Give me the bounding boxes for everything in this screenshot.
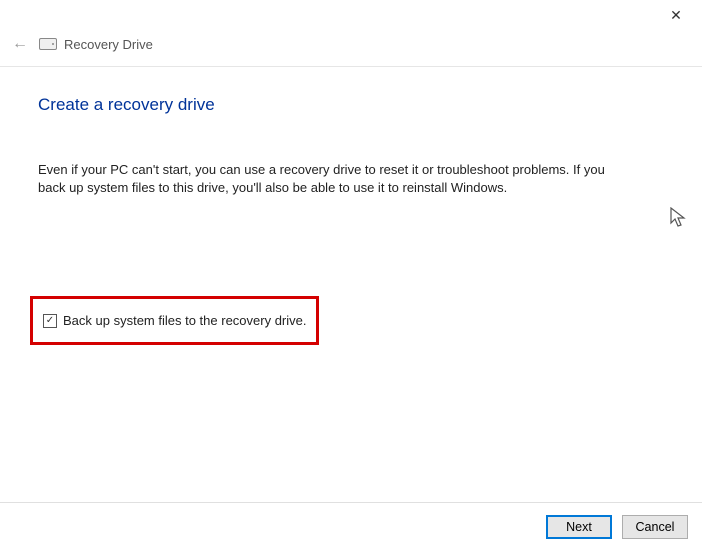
checkmark-icon: ✓ — [46, 315, 54, 326]
titlebar: ✕ — [0, 0, 702, 30]
cursor-icon — [670, 207, 688, 234]
window-title: Recovery Drive — [64, 37, 153, 52]
close-icon: ✕ — [670, 7, 682, 24]
footer-separator — [0, 502, 702, 503]
page-heading: Create a recovery drive — [38, 95, 664, 115]
checkbox-highlight-box: ✓ Back up system files to the recovery d… — [30, 296, 319, 345]
button-row: Next Cancel — [546, 515, 688, 539]
header-row: ← Recovery Drive — [0, 30, 702, 67]
back-button[interactable]: ← — [8, 32, 32, 56]
recovery-drive-icon — [38, 37, 58, 51]
next-button[interactable]: Next — [546, 515, 612, 539]
description-text: Even if your PC can't start, you can use… — [38, 161, 618, 197]
back-arrow-icon: ← — [12, 35, 28, 53]
close-button[interactable]: ✕ — [658, 1, 694, 29]
cancel-button[interactable]: Cancel — [622, 515, 688, 539]
content-area: Create a recovery drive Even if your PC … — [0, 67, 702, 197]
backup-checkbox[interactable]: ✓ — [43, 314, 57, 328]
backup-checkbox-label[interactable]: Back up system files to the recovery dri… — [63, 313, 306, 328]
